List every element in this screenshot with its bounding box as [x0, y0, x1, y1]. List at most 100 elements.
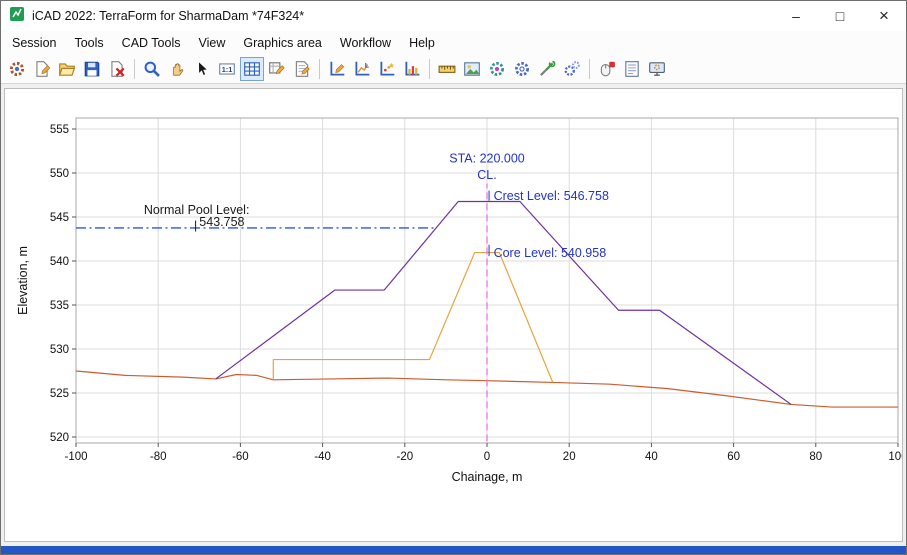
minimize-button[interactable]: – — [774, 1, 818, 31]
pan-icon — [173, 63, 184, 76]
tools-button[interactable] — [535, 57, 559, 81]
actual-size-button[interactable]: 1:1 — [215, 57, 239, 81]
pick-button[interactable] — [190, 57, 214, 81]
menu-item-help[interactable]: Help — [400, 33, 444, 53]
run-process-icon — [564, 61, 580, 76]
session-log-icon — [625, 61, 639, 77]
centerline-label: CL. — [477, 168, 496, 182]
x-tick-label: 80 — [809, 451, 822, 463]
pan-button[interactable] — [165, 57, 189, 81]
machine-settings-button[interactable] — [485, 57, 509, 81]
image-view-button[interactable] — [460, 57, 484, 81]
toolbar-separator — [429, 59, 430, 79]
edit-sheet-button[interactable] — [290, 57, 314, 81]
chart-columns-button[interactable] — [400, 57, 424, 81]
close-drawing-button[interactable] — [105, 57, 129, 81]
station-label: STA: 220.000 — [449, 151, 525, 165]
chart-labels-icon: L — [355, 61, 370, 76]
normal-pool-level-value: 543.758 — [199, 215, 244, 229]
pick-icon — [198, 61, 209, 76]
settings-gear-button[interactable] — [510, 57, 534, 81]
session-log-button[interactable] — [620, 57, 644, 81]
core-level-label: Core Level: 540.958 — [494, 246, 607, 260]
display-settings-button[interactable] — [645, 57, 669, 81]
image-view-icon — [464, 62, 480, 76]
new-drawing-icon — [36, 61, 51, 77]
actual-size-icon: 1:1 — [219, 63, 235, 75]
app-window: iCAD 2022: TerraForm for SharmaDam *74F3… — [0, 0, 907, 555]
x-tick-label: -60 — [232, 451, 249, 463]
grid-icon — [244, 62, 260, 76]
window-controls: – □ × — [774, 1, 906, 31]
mouse-settings-button[interactable] — [595, 57, 619, 81]
y-tick-label: 530 — [50, 344, 69, 356]
save-drawing-button[interactable] — [80, 57, 104, 81]
svg-text:1:1: 1:1 — [222, 65, 233, 74]
y-tick-label: 520 — [50, 432, 69, 444]
save-drawing-icon — [84, 61, 100, 77]
icad-logo-icon — [10, 6, 24, 21]
y-tick-label: 535 — [50, 300, 69, 312]
edit-cell-button[interactable] — [265, 57, 289, 81]
chart-labels-button[interactable]: L — [350, 57, 374, 81]
close-drawing-icon — [111, 61, 125, 77]
x-tick-label: 40 — [645, 451, 658, 463]
edit-cell-icon — [269, 62, 285, 74]
x-tick-label: 0 — [484, 451, 490, 463]
machine-settings-icon — [490, 62, 504, 76]
new-drawing-button[interactable] — [30, 57, 54, 81]
graphics-area: STA: 220.000 CL. Crest Level: 546.758 Core … — [4, 88, 903, 542]
open-drawing-icon — [58, 63, 76, 76]
menu-item-view[interactable]: View — [190, 33, 235, 53]
taskbar-strip — [1, 546, 906, 554]
display-settings-icon — [649, 62, 665, 76]
y-tick-label: 545 — [50, 212, 69, 224]
app-settings-button[interactable] — [5, 57, 29, 81]
x-tick-label: -80 — [150, 451, 167, 463]
maximize-button[interactable]: □ — [818, 1, 862, 31]
tools-icon — [540, 60, 556, 76]
chart-columns-icon — [405, 61, 420, 76]
y-axis-label: Elevation, m — [16, 246, 30, 315]
x-axis-label: Chainage, m — [452, 470, 523, 484]
window-title: iCAD 2022: TerraForm for SharmaDam *74F3… — [32, 9, 305, 23]
dam-cross-section-chart[interactable]: STA: 220.000 CL. Crest Level: 546.758 Core … — [5, 89, 902, 542]
y-tick-label: 550 — [50, 168, 69, 180]
zoom-button[interactable] — [140, 57, 164, 81]
x-tick-label: -100 — [64, 451, 87, 463]
zoom-icon — [144, 61, 160, 77]
mouse-settings-icon — [600, 61, 615, 77]
svg-text:L: L — [365, 62, 369, 69]
toolbar-separator — [589, 59, 590, 79]
menu-item-tools[interactable]: Tools — [65, 33, 112, 53]
y-tick-label: 555 — [50, 124, 69, 136]
edit-sheet-icon — [295, 61, 310, 77]
open-drawing-button[interactable] — [55, 57, 79, 81]
run-process-button[interactable] — [560, 57, 584, 81]
chart-points-button[interactable] — [375, 57, 399, 81]
toolbar-separator — [319, 59, 320, 79]
menu-item-session[interactable]: Session — [3, 33, 65, 53]
chart-edit-button[interactable] — [325, 57, 349, 81]
x-tick-label: 20 — [563, 451, 576, 463]
measure-ruler-icon — [438, 65, 456, 73]
title-bar: iCAD 2022: TerraForm for SharmaDam *74F3… — [1, 1, 906, 31]
y-tick-label: 525 — [50, 388, 69, 400]
toolbar: 1:1 L — [1, 55, 906, 84]
grid-button[interactable] — [240, 57, 264, 81]
x-tick-label: 60 — [727, 451, 740, 463]
x-tick-label: -20 — [396, 451, 413, 463]
menu-item-workflow[interactable]: Workflow — [331, 33, 400, 53]
chart-points-icon — [380, 61, 395, 76]
menu-item-cad-tools[interactable]: CAD Tools — [113, 33, 190, 53]
toolbar-separator — [134, 59, 135, 79]
menu-item-graphics-area[interactable]: Graphics area — [234, 33, 331, 53]
app-settings-icon — [9, 61, 25, 77]
settings-gear-icon — [515, 62, 529, 76]
close-button[interactable]: × — [862, 1, 906, 31]
measure-ruler-button[interactable] — [435, 57, 459, 81]
app-icon — [9, 6, 25, 27]
crest-level-label: Crest Level: 546.758 — [494, 189, 609, 203]
x-tick-label: 100 — [888, 451, 902, 463]
x-tick-label: -40 — [314, 451, 331, 463]
